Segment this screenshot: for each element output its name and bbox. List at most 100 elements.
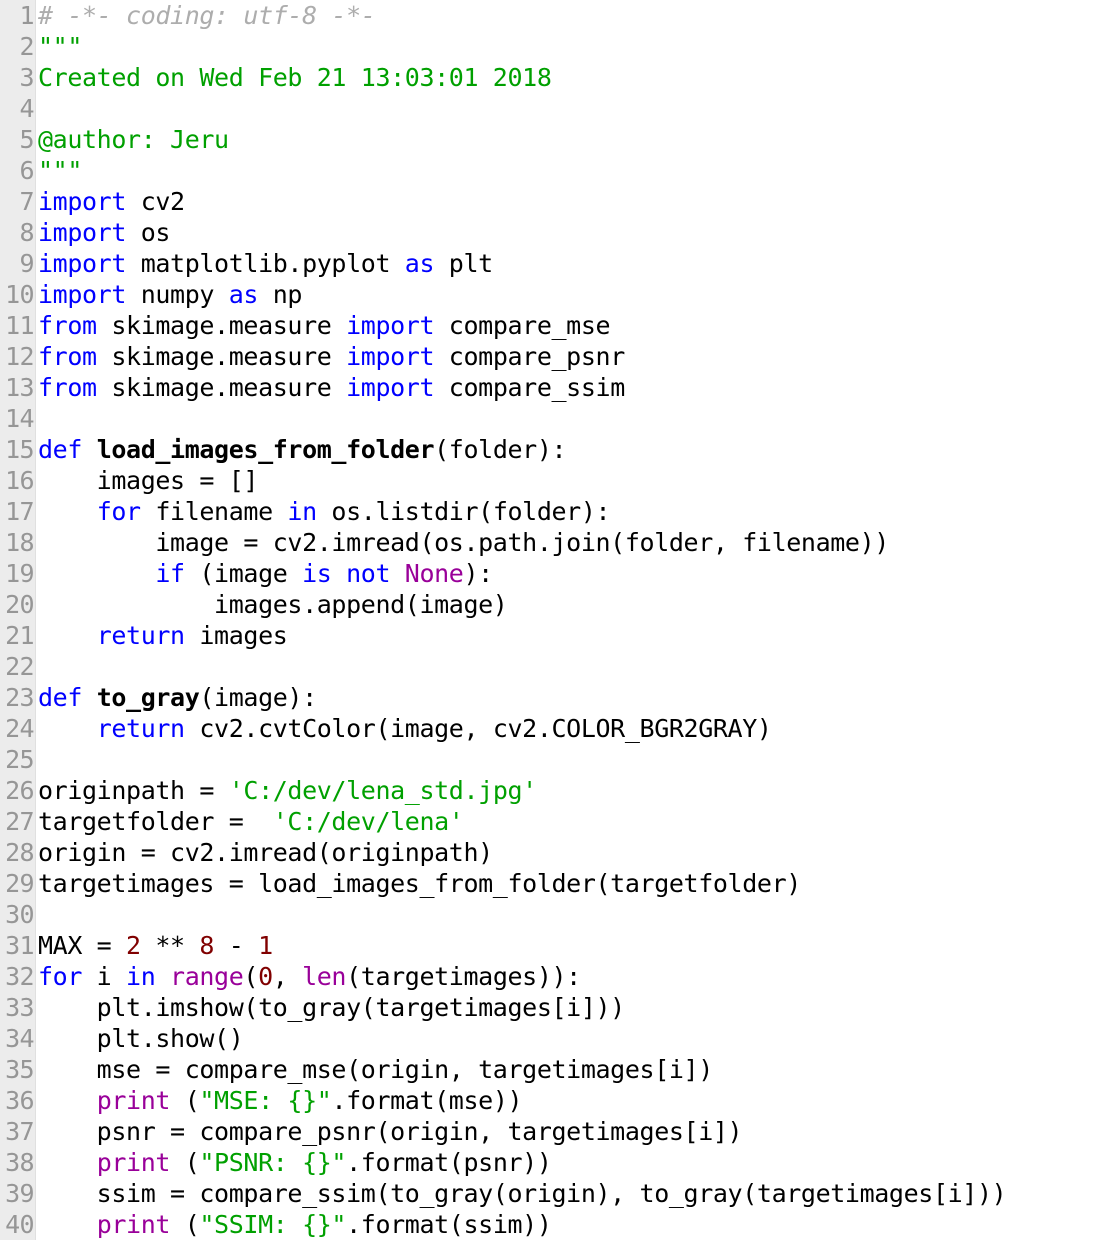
code-line[interactable]: image = cv2.imread(os.path.join(folder, … <box>38 527 1097 558</box>
line-number: 38 <box>5 1148 35 1177</box>
code-line[interactable]: targetimages = load_images_from_folder(t… <box>38 868 1097 899</box>
line-number: 24 <box>5 714 35 743</box>
code-line[interactable]: print ("PSNR: {}".format(psnr)) <box>38 1147 1097 1178</box>
token-plain: plt.show() <box>38 1024 244 1053</box>
token-plain: ssim = compare_ssim(to_gray(origin), to_… <box>38 1179 1007 1208</box>
code-line[interactable] <box>38 899 1097 930</box>
code-line[interactable]: """ <box>38 155 1097 186</box>
line-number: 3 <box>19 63 35 92</box>
code-line[interactable]: ssim = compare_ssim(to_gray(origin), to_… <box>38 1178 1097 1209</box>
token-builtin: range <box>170 962 244 991</box>
code-line[interactable]: images = [] <box>38 465 1097 496</box>
token-plain: ** <box>140 931 200 960</box>
code-editor[interactable]: 1 2 3 4 5 6 7 8 9 10 11 12 13 14 15 16 17 18 19 20 21 22 23 24 2… <box>0 0 1097 1247</box>
code-line[interactable]: def load_images_from_folder(folder): <box>38 434 1097 465</box>
token-plain: compare_psnr <box>434 342 625 371</box>
line-number: 18 <box>5 528 35 557</box>
code-line[interactable]: plt.imshow(to_gray(targetimages[i])) <box>38 992 1097 1023</box>
code-line[interactable]: MAX = 2 ** 8 - 1 <box>38 930 1097 961</box>
code-line[interactable] <box>38 93 1097 124</box>
code-line[interactable]: origin = cv2.imread(originpath) <box>38 837 1097 868</box>
code-line[interactable]: mse = compare_mse(origin, targetimages[i… <box>38 1054 1097 1085</box>
line-number: 21 <box>5 621 35 650</box>
token-plain: origin = cv2.imread(originpath) <box>38 838 493 867</box>
token-kw: not <box>346 559 391 588</box>
token-number: 8 <box>199 931 215 960</box>
code-line[interactable]: from skimage.measure import compare_mse <box>38 310 1097 341</box>
code-line[interactable]: import numpy as np <box>38 279 1097 310</box>
token-kw: as <box>228 280 259 309</box>
token-kw: def <box>38 683 83 712</box>
token-plain: np <box>258 280 303 309</box>
token-plain: .format(psnr)) <box>346 1148 552 1177</box>
line-number: 40 <box>5 1210 35 1239</box>
code-line[interactable] <box>38 744 1097 775</box>
code-line[interactable]: targetfolder = 'C:/dev/lena' <box>38 806 1097 837</box>
token-plain: (image <box>184 559 303 588</box>
code-line[interactable]: import os <box>38 217 1097 248</box>
token-plain: psnr = compare_psnr(origin, targetimages… <box>38 1117 743 1146</box>
code-line[interactable]: @author: Jeru <box>38 124 1097 155</box>
line-number: 10 <box>5 280 35 309</box>
code-line[interactable]: originpath = 'C:/dev/lena_std.jpg' <box>38 775 1097 806</box>
token-plain: i <box>82 962 127 991</box>
token-builtin: len <box>302 962 347 991</box>
token-kw: return <box>96 714 185 743</box>
token-kw: for <box>38 962 83 991</box>
token-plain: (image): <box>199 683 317 712</box>
token-kw: is <box>302 559 332 588</box>
token-plain: originpath = <box>38 776 229 805</box>
line-number: 5 <box>19 125 35 154</box>
code-line[interactable]: Created on Wed Feb 21 13:03:01 2018 <box>38 62 1097 93</box>
token-plain: compare_mse <box>434 311 611 340</box>
code-line[interactable]: from skimage.measure import compare_psnr <box>38 341 1097 372</box>
code-line[interactable]: print ("SSIM: {}".format(ssim)) <box>38 1209 1097 1240</box>
token-plain: compare_ssim <box>434 373 625 402</box>
token-plain: targetfolder = <box>38 807 273 836</box>
code-line[interactable]: def to_gray(image): <box>38 682 1097 713</box>
code-line[interactable]: for i in range(0, len(targetimages)): <box>38 961 1097 992</box>
token-plain: mse = compare_mse(origin, targetimages[i… <box>38 1055 714 1084</box>
token-plain: plt.imshow(to_gray(targetimages[i])) <box>38 993 626 1022</box>
token-builtin: print <box>96 1086 171 1115</box>
token-kw: as <box>404 249 435 278</box>
token-kw: from <box>38 373 97 402</box>
code-line[interactable]: if (image is not None): <box>38 558 1097 589</box>
token-defname: to_gray <box>96 683 200 712</box>
token-plain: skimage.measure <box>96 311 347 340</box>
code-line[interactable]: import cv2 <box>38 186 1097 217</box>
line-number: 16 <box>5 466 35 495</box>
code-line[interactable]: import matplotlib.pyplot as plt <box>38 248 1097 279</box>
code-line[interactable]: # -*- coding: utf-8 -*- <box>38 0 1097 31</box>
token-plain: matplotlib.pyplot <box>126 249 405 278</box>
code-line[interactable]: """ <box>38 31 1097 62</box>
code-line[interactable] <box>38 651 1097 682</box>
line-number: 9 <box>19 249 35 278</box>
code-line[interactable]: print ("MSE: {}".format(mse)) <box>38 1085 1097 1116</box>
code-line[interactable]: psnr = compare_psnr(origin, targetimages… <box>38 1116 1097 1147</box>
line-number: 12 <box>5 342 35 371</box>
token-kw: import <box>346 311 435 340</box>
line-number: 8 <box>19 218 35 247</box>
code-line[interactable]: for filename in os.listdir(folder): <box>38 496 1097 527</box>
token-kw: import <box>346 342 435 371</box>
token-plain: os.listdir(folder): <box>316 497 611 526</box>
token-kw: import <box>38 218 127 247</box>
code-line[interactable]: plt.show() <box>38 1023 1097 1054</box>
token-number: 2 <box>126 931 141 960</box>
token-kw: in <box>287 497 317 526</box>
line-number: 15 <box>5 435 35 464</box>
token-plain: skimage.measure <box>96 342 347 371</box>
code-line[interactable]: from skimage.measure import compare_ssim <box>38 372 1097 403</box>
token-plain: images.append(image) <box>38 590 508 619</box>
code-line[interactable]: return images <box>38 620 1097 651</box>
code-line[interactable]: images.append(image) <box>38 589 1097 620</box>
code-line[interactable] <box>38 403 1097 434</box>
code-content-area[interactable]: # -*- coding: utf-8 -*- """ Created on Wed… <box>36 0 1097 1240</box>
code-line[interactable]: return cv2.cvtColor(image, cv2.COLOR_BGR… <box>38 713 1097 744</box>
